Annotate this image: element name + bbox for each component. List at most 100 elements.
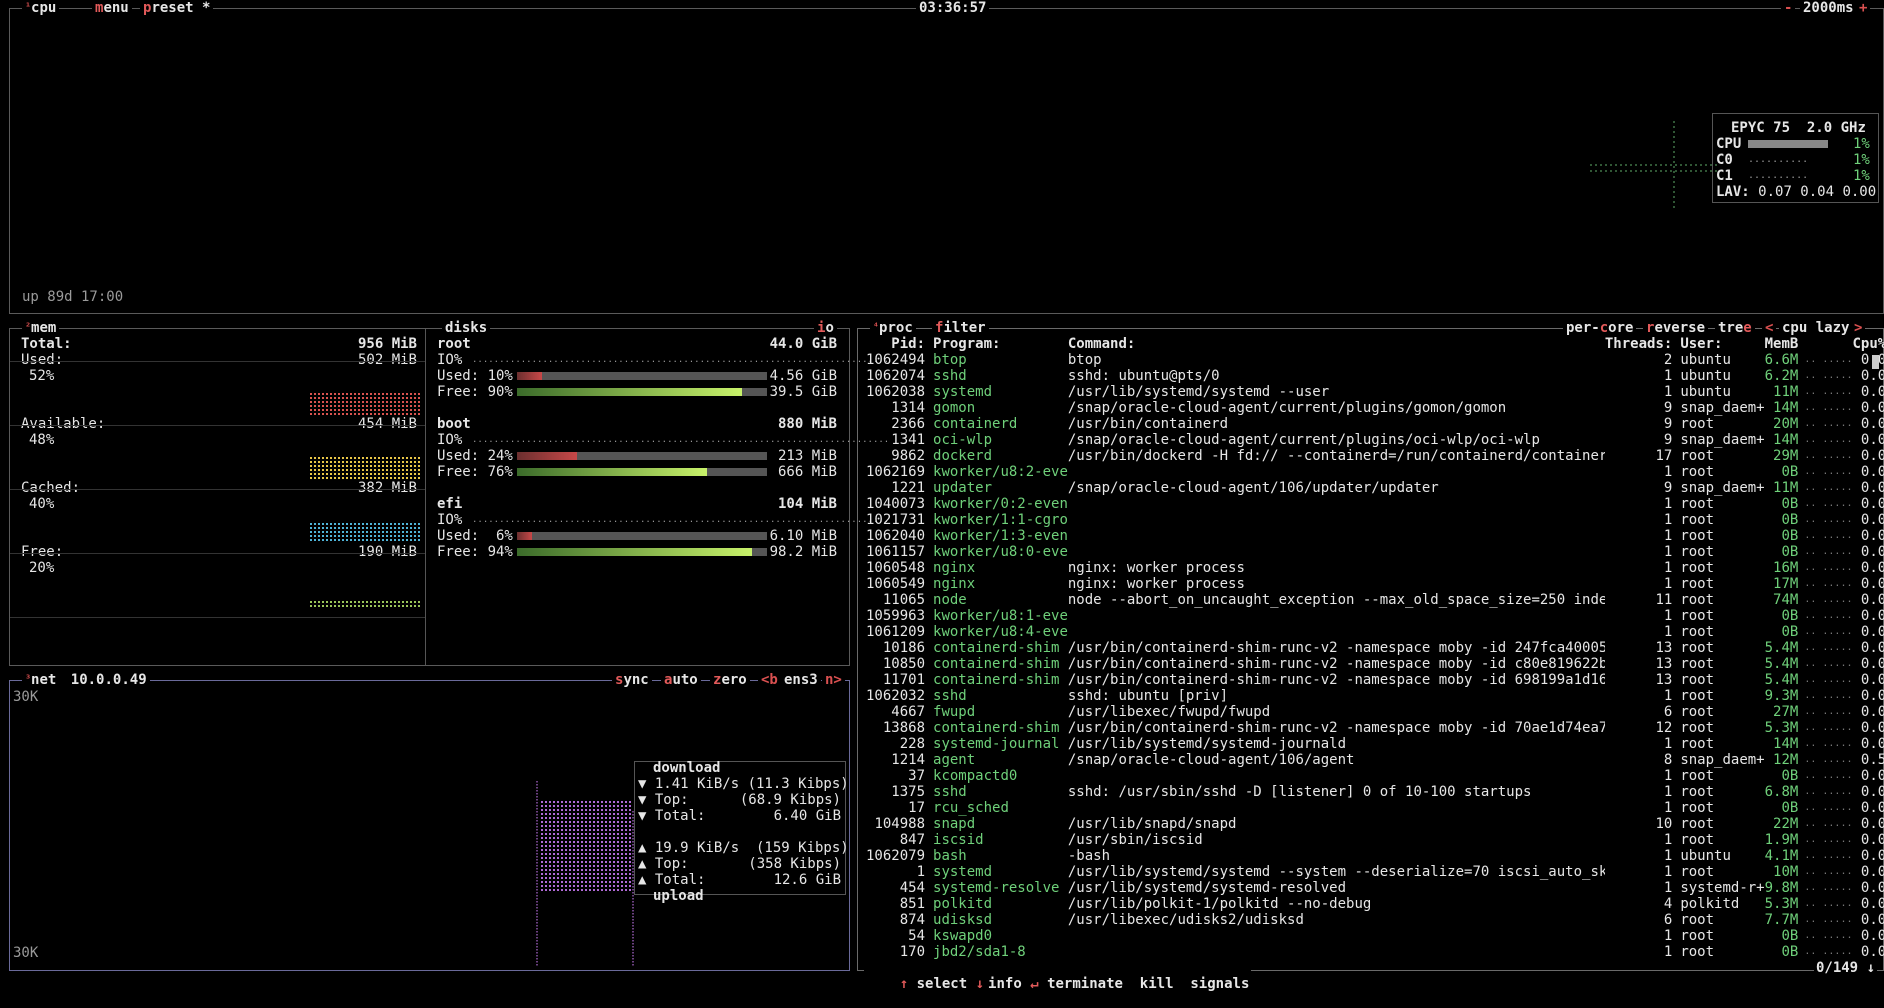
filter-button[interactable]: filter xyxy=(932,320,989,336)
menu-button[interactable]: menu xyxy=(92,0,132,16)
interval-plus[interactable]: + xyxy=(1856,0,1870,16)
process-row[interactable]: 1021731 kworker/1:1-cgro 1 root 0B .. ..… xyxy=(866,512,1884,528)
process-threads: 1 xyxy=(1605,560,1680,576)
auto-toggle[interactable]: auto xyxy=(661,672,701,688)
process-row[interactable]: 10186 containerd-shim /usr/bin/container… xyxy=(866,640,1884,656)
mem-title[interactable]: ²mem xyxy=(22,320,59,336)
process-row[interactable]: 1062032 sshd sshd: ubuntu [priv] 1 root … xyxy=(866,688,1884,704)
scroll-down-arrow[interactable]: ↓ xyxy=(1867,960,1875,976)
process-row[interactable]: 454 systemd-resolve /usr/lib/systemd/sys… xyxy=(866,880,1884,896)
process-row[interactable]: 4667 fwupd /usr/libexec/fwupd/fwupd 6 ro… xyxy=(866,704,1884,720)
sort-next-button[interactable]: > xyxy=(1851,320,1865,336)
process-row[interactable]: 847 iscsid /usr/sbin/iscsid 1 root 1.9M … xyxy=(866,832,1884,848)
process-row[interactable]: 1062074 sshd sshd: ubuntu@pts/0 1 ubuntu… xyxy=(866,368,1884,384)
process-program: kworker/u8:1-eve xyxy=(933,608,1068,624)
sort-prev-button[interactable]: < xyxy=(1762,320,1776,336)
disk-name[interactable]: root xyxy=(437,336,471,352)
process-row[interactable]: 1062040 kworker/1:3-even 1 root 0B .. ..… xyxy=(866,528,1884,544)
col-cpu[interactable]: Cpu% xyxy=(1853,336,1884,352)
proc-footer: ↑ select ↓↵info ↵ terminate kill signals xyxy=(864,960,1251,1008)
process-row[interactable]: 1060549 nginx nginx: worker process 1 ro… xyxy=(866,576,1884,592)
terminate-button[interactable]: terminate xyxy=(1047,976,1123,992)
process-row[interactable]: 1314 gomon /snap/oracle-cloud-agent/curr… xyxy=(866,400,1884,416)
disk-io-graph: ........................................… xyxy=(472,352,889,368)
process-row[interactable]: 170 jbd2/sda1-8 1 root 0B .. ..... 0.0 xyxy=(866,944,1884,960)
process-row[interactable]: 2366 containerd /usr/bin/containerd 9 ro… xyxy=(866,416,1884,432)
process-row[interactable]: 1040073 kworker/0:2-even 1 root 0B .. ..… xyxy=(866,496,1884,512)
process-row[interactable]: 1214 agent /snap/oracle-cloud-agent/106/… xyxy=(866,752,1884,768)
process-row[interactable]: 851 polkitd /usr/lib/polkit-1/polkitd --… xyxy=(866,896,1884,912)
disk-name[interactable]: boot xyxy=(437,416,471,432)
col-program[interactable]: Program: xyxy=(933,336,1068,352)
process-row[interactable]: 1221 updater /snap/oracle-cloud-agent/10… xyxy=(866,480,1884,496)
col-pid[interactable]: Pid: xyxy=(866,336,933,352)
process-row[interactable]: 1375 sshd sshd: /usr/sbin/sshd -D [liste… xyxy=(866,784,1884,800)
process-row[interactable]: 10850 containerd-shim /usr/bin/container… xyxy=(866,656,1884,672)
interval-value[interactable]: 2000ms xyxy=(1800,0,1857,16)
scrollbar-thumb[interactable] xyxy=(1872,355,1879,369)
disk-free-value: 666 MiB xyxy=(778,464,837,480)
interval-minus[interactable]: - xyxy=(1781,0,1795,16)
col-mem[interactable]: MemB xyxy=(1765,336,1799,352)
cpu-title[interactable]: ¹cpu xyxy=(22,0,59,16)
zero-toggle[interactable]: zero xyxy=(710,672,750,688)
sync-toggle[interactable]: sync xyxy=(612,672,652,688)
process-row[interactable]: 1341 oci-wlp /snap/oracle-cloud-agent/cu… xyxy=(866,432,1884,448)
next-iface-button[interactable]: n> xyxy=(822,672,845,688)
col-threads[interactable]: Threads: xyxy=(1605,336,1680,352)
process-row[interactable]: 1 systemd /usr/lib/systemd/systemd --sys… xyxy=(866,864,1884,880)
process-row[interactable]: 37 kcompactd0 1 root 0B .. ..... 0.0 xyxy=(866,768,1884,784)
disks-title[interactable]: disks xyxy=(442,320,490,336)
process-row[interactable]: 104988 snapd /usr/lib/snapd/snapd 10 roo… xyxy=(866,816,1884,832)
mem-cached-graph xyxy=(310,521,422,541)
net-title[interactable]: ³net 10.0.0.49 xyxy=(22,672,150,688)
process-row[interactable]: 17 rcu_sched 1 root 0B .. ..... 0.0 xyxy=(866,800,1884,816)
process-row[interactable]: 1062494 btop btop 2 ubuntu 6.6M .. .....… xyxy=(866,352,1884,368)
select-down-key[interactable]: ↓ xyxy=(976,976,984,992)
process-program: sshd xyxy=(933,784,1068,800)
info-button[interactable]: info xyxy=(988,976,1022,992)
process-row[interactable]: 874 udisksd /usr/libexec/udisks2/udisksd… xyxy=(866,912,1884,928)
signals-button[interactable]: signals xyxy=(1190,976,1249,992)
tree-toggle[interactable]: tree xyxy=(1715,320,1755,336)
kill-button[interactable]: kill xyxy=(1140,976,1174,992)
process-row[interactable]: 1061157 kworker/u8:0-eve 1 root 0B .. ..… xyxy=(866,544,1884,560)
preset-button[interactable]: preset * xyxy=(140,0,213,16)
process-threads: 6 xyxy=(1605,704,1680,720)
process-row[interactable]: 54 kswapd0 1 root 0B .. ..... 0.0 xyxy=(866,928,1884,944)
proc-title[interactable]: ⁴proc xyxy=(870,320,916,336)
mem-sep-2 xyxy=(10,425,425,426)
select-up-key[interactable]: ↑ xyxy=(900,976,908,992)
col-command[interactable]: Command: xyxy=(1068,336,1605,352)
reverse-toggle[interactable]: reverse xyxy=(1643,320,1708,336)
process-row[interactable]: 11701 containerd-shim /usr/bin/container… xyxy=(866,672,1884,688)
process-row[interactable]: 1060548 nginx nginx: worker process 1 ro… xyxy=(866,560,1884,576)
select-button[interactable]: select xyxy=(917,976,968,992)
process-command: /usr/bin/containerd-shim-runc-v2 -namesp… xyxy=(1068,656,1605,672)
sort-field[interactable]: cpu lazy xyxy=(1779,320,1852,336)
process-row[interactable]: 1061209 kworker/u8:4-eve 1 root 0B .. ..… xyxy=(866,624,1884,640)
process-row[interactable]: 1062038 systemd /usr/lib/systemd/systemd… xyxy=(866,384,1884,400)
per-core-toggle[interactable]: per-core xyxy=(1563,320,1636,336)
process-pid: 228 xyxy=(866,736,933,752)
download-total-label: ▼ Total: xyxy=(638,808,705,824)
process-mem: 0B xyxy=(1765,464,1799,480)
process-row[interactable]: 9862 dockerd /usr/bin/dockerd -H fd:// -… xyxy=(866,448,1884,464)
process-row[interactable]: 11065 node node --abort_on_uncaught_exce… xyxy=(866,592,1884,608)
io-toggle[interactable]: io xyxy=(814,320,837,336)
process-row[interactable]: 228 systemd-journal /usr/lib/systemd/sys… xyxy=(866,736,1884,752)
process-user: root xyxy=(1680,448,1764,464)
process-mem: 5.4M xyxy=(1765,672,1799,688)
net-ip: 10.0.0.49 xyxy=(71,672,147,688)
process-mem: 74M xyxy=(1765,592,1799,608)
process-cpu: 0.0 xyxy=(1853,384,1884,400)
col-user[interactable]: User: xyxy=(1680,336,1764,352)
process-mem: 14M xyxy=(1765,432,1799,448)
process-row[interactable]: 1062169 kworker/u8:2-eve 1 root 0B .. ..… xyxy=(866,464,1884,480)
disk-name[interactable]: efi xyxy=(437,496,462,512)
process-row[interactable]: 1062079 bash -bash 1 ubuntu 4.1M .. ....… xyxy=(866,848,1884,864)
process-user: root xyxy=(1680,800,1764,816)
process-row[interactable]: 13868 containerd-shim /usr/bin/container… xyxy=(866,720,1884,736)
process-row[interactable]: 1059963 kworker/u8:1-eve 1 root 0B .. ..… xyxy=(866,608,1884,624)
prev-iface-button[interactable]: <b xyxy=(758,672,781,688)
